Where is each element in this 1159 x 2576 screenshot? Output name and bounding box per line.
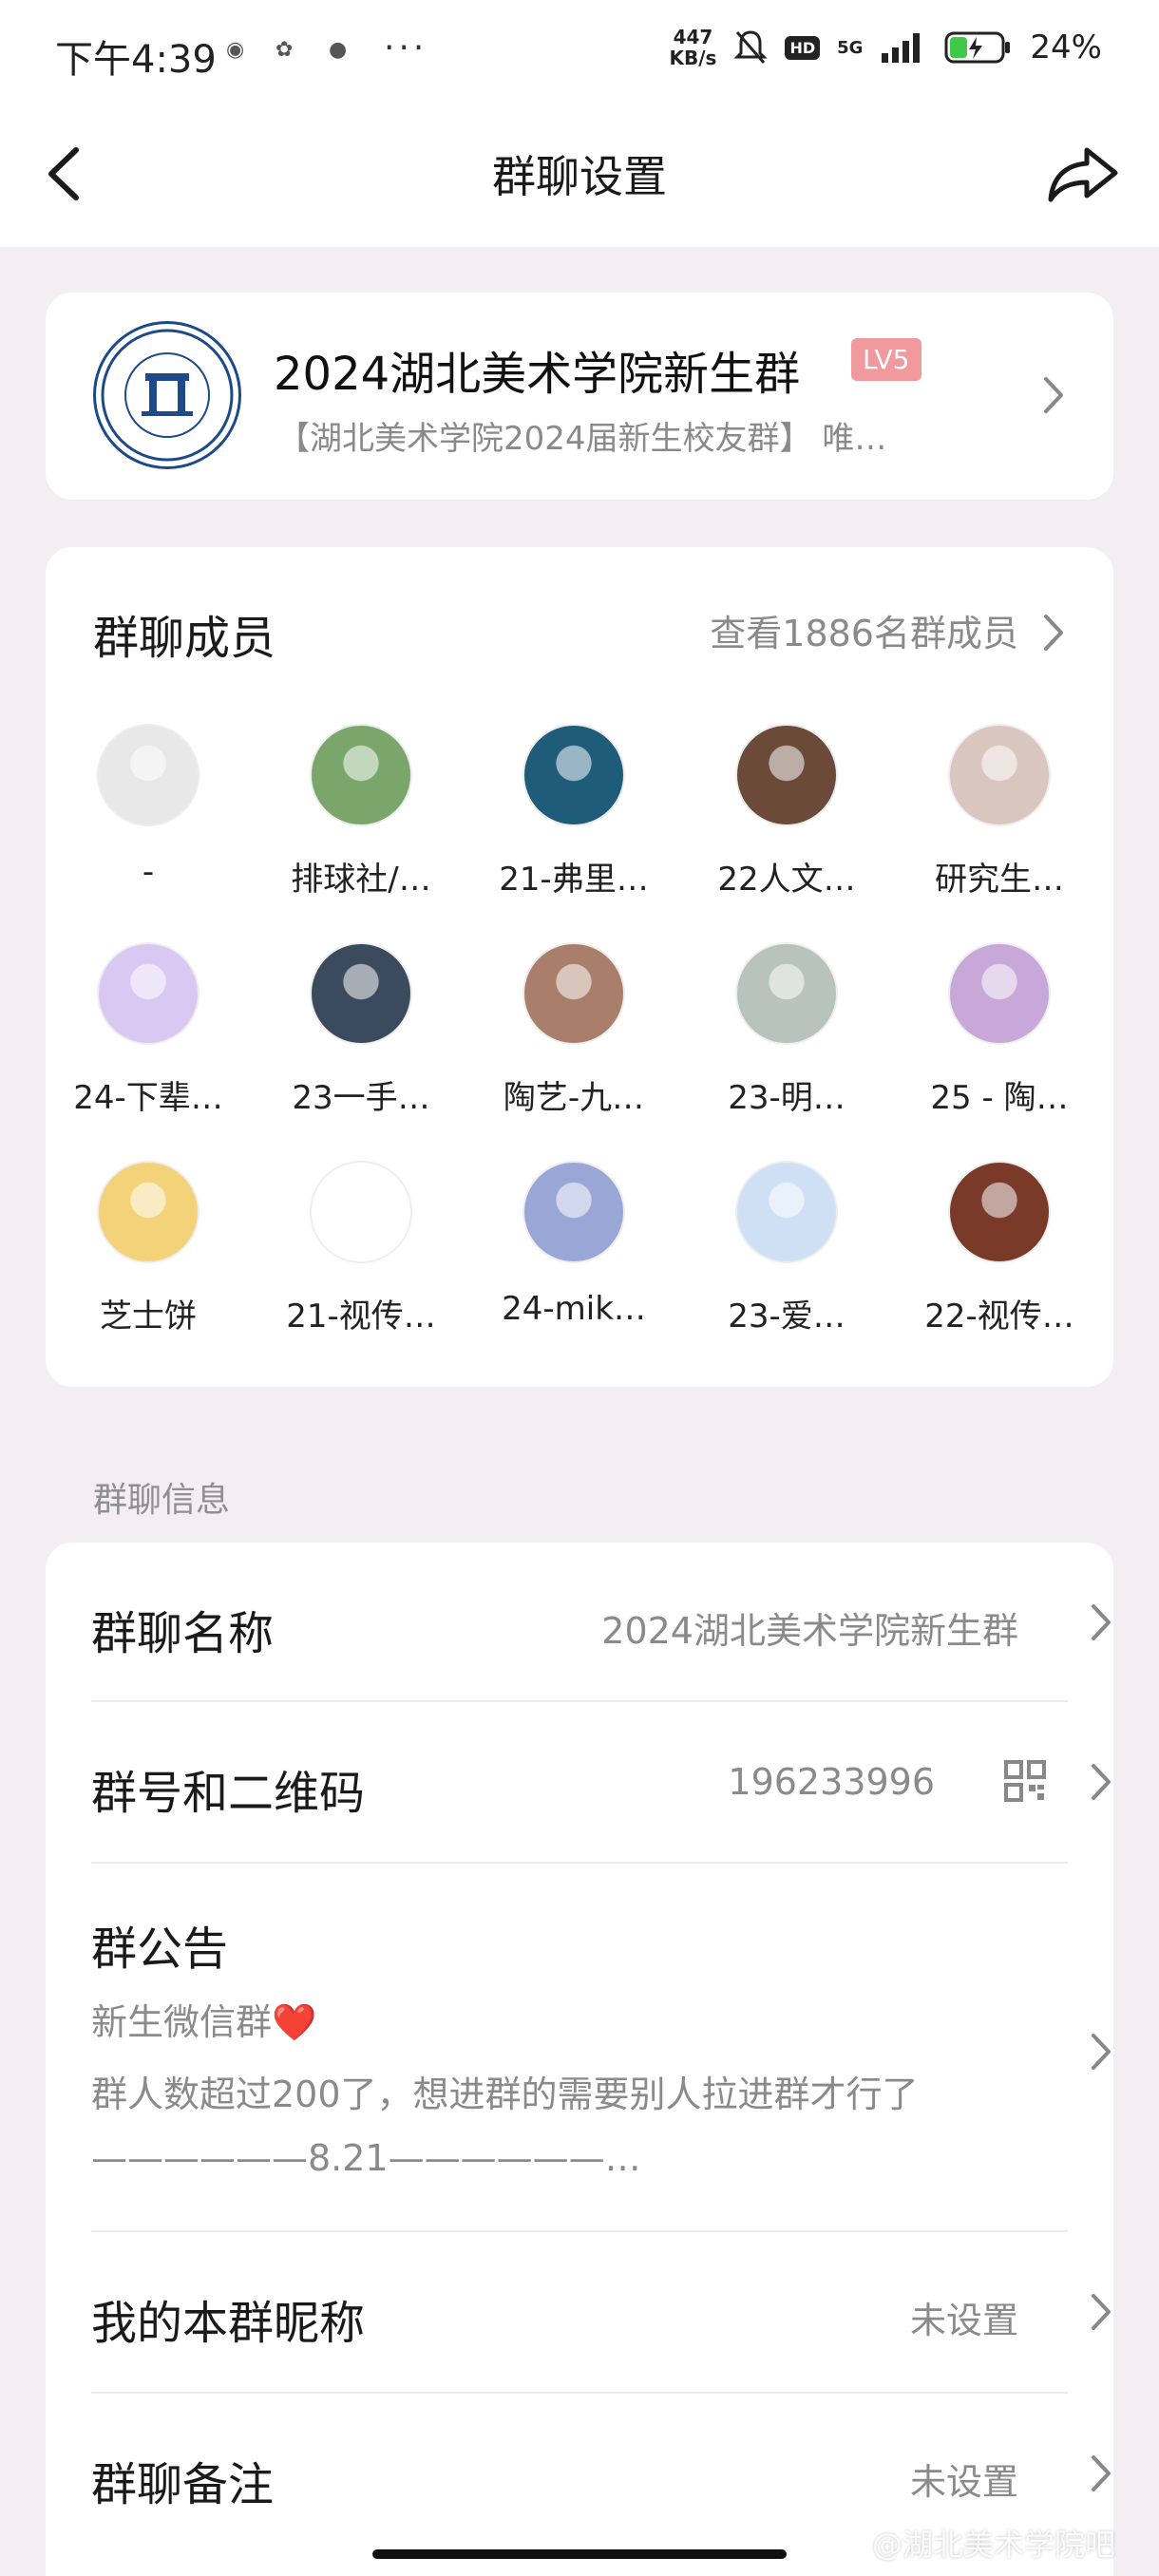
group-description: 【湖北美术学院2024届新生校友群】 唯… xyxy=(277,420,887,458)
member-name: - xyxy=(142,853,155,891)
group-name: 2024湖北美术学院新生群 xyxy=(274,348,801,401)
group-id-row[interactable]: 群号和二维码 196233996 xyxy=(91,1702,1111,1864)
battery-percentage: 24% xyxy=(1030,28,1102,66)
member-item[interactable]: 24-下辈… xyxy=(44,942,253,1118)
app-notification-icon: ● xyxy=(329,38,348,62)
group-avatar xyxy=(93,321,241,469)
member-name: 24-下辈… xyxy=(73,1079,223,1117)
notice-text-line: 新生微信群❤️ xyxy=(91,2001,317,2043)
more-notifications-icon: ··· xyxy=(384,28,428,67)
member-item[interactable]: 23-明… xyxy=(682,942,891,1118)
status-time: 下午4:39 xyxy=(55,38,217,82)
member-avatar xyxy=(522,1161,625,1263)
chevron-right-icon xyxy=(1092,1764,1111,1800)
home-indicator[interactable] xyxy=(372,2549,787,2559)
member-avatar xyxy=(310,942,412,1045)
chevron-right-icon xyxy=(1092,2455,1111,2491)
member-item[interactable]: 24-mik… xyxy=(469,1161,678,1328)
member-name: 24-mik… xyxy=(502,1290,646,1328)
notice-text-line: 群人数超过200了，想进群的需要别人拉进群才行了 xyxy=(91,2074,919,2115)
chevron-right-icon xyxy=(1092,2034,1111,2070)
hd-icon: HD xyxy=(785,35,821,60)
group-remark-label: 群聊备注 xyxy=(91,2458,275,2511)
qr-code-icon[interactable] xyxy=(1003,1759,1047,1803)
member-avatar xyxy=(97,942,200,1045)
share-icon[interactable] xyxy=(1045,141,1121,207)
member-item[interactable]: 25 - 陶… xyxy=(895,942,1104,1118)
member-name: 排球社/… xyxy=(291,861,431,899)
nav-bar: 群聊设置 xyxy=(0,104,1159,247)
member-avatar xyxy=(310,724,412,826)
member-avatar xyxy=(735,942,838,1045)
status-indicators: 447 KB/s HD 5G 24% xyxy=(669,27,1102,68)
member-item[interactable]: 23一手… xyxy=(256,942,466,1118)
mute-bell-icon xyxy=(733,30,769,64)
my-nickname-value: 未设置 xyxy=(909,2300,1018,2341)
member-item[interactable]: - xyxy=(44,724,253,891)
group-name-label: 群聊名称 xyxy=(91,1607,275,1660)
member-avatar xyxy=(97,724,200,826)
group-notice-label: 群公告 xyxy=(91,1923,229,1976)
member-name: 21-视传… xyxy=(286,1297,436,1335)
group-name-row[interactable]: 群聊名称 2024湖北美术学院新生群 xyxy=(91,1543,1111,1702)
my-nickname-row[interactable]: 我的本群昵称 未设置 xyxy=(91,2232,1111,2394)
member-name: 芝士饼 xyxy=(100,1297,197,1335)
my-nickname-label: 我的本群昵称 xyxy=(91,2297,366,2350)
group-info-card: 群聊名称 2024湖北美术学院新生群 群号和二维码 196233996 群公告 … xyxy=(46,1543,1113,2576)
app-notification-icon: ✿ xyxy=(276,38,294,62)
member-avatar xyxy=(310,1161,412,1263)
group-name-value: 2024湖北美术学院新生群 xyxy=(601,1610,1018,1652)
member-item[interactable]: 21-弗里… xyxy=(469,724,678,900)
member-item[interactable]: 23-爱… xyxy=(682,1161,891,1336)
chevron-right-icon[interactable] xyxy=(1041,612,1066,653)
chevron-right-icon xyxy=(1092,1604,1111,1640)
group-level-badge: LV5 xyxy=(851,338,922,381)
notice-text-line: ——————8.21——————… xyxy=(91,2137,641,2179)
member-item[interactable]: 陶艺-九… xyxy=(469,942,678,1118)
member-item[interactable]: 研究生… xyxy=(895,724,1104,900)
chevron-right-icon xyxy=(1092,2294,1111,2330)
group-id-label: 群号和二维码 xyxy=(91,1767,366,1820)
member-item[interactable]: 22-视传… xyxy=(895,1161,1104,1336)
member-name: 22-视传… xyxy=(924,1297,1074,1335)
chevron-right-icon xyxy=(1044,377,1063,413)
member-avatar xyxy=(735,1161,838,1263)
member-avatar xyxy=(735,724,838,826)
member-item[interactable]: 22人文… xyxy=(682,724,891,900)
section-label: 群聊信息 xyxy=(93,1481,231,1520)
status-bar: 下午4:39 ◉ ✿ ● ··· 447 KB/s HD 5G 24% xyxy=(0,0,1159,104)
battery-icon xyxy=(944,31,1011,64)
group-remark-value: 未设置 xyxy=(909,2461,1018,2503)
member-avatar xyxy=(948,942,1051,1045)
member-avatar xyxy=(948,1161,1051,1263)
member-name: 23一手… xyxy=(292,1079,430,1117)
members-card: 群聊成员 查看1886名群成员 - 排球社/… 21-弗里… 22人文… 研究生… 24-… xyxy=(46,547,1113,1387)
member-item[interactable]: 21-视传… xyxy=(256,1161,466,1336)
member-name: 21-弗里… xyxy=(499,861,649,899)
member-avatar xyxy=(522,942,625,1045)
group-id-value: 196233996 xyxy=(728,1761,935,1803)
member-name: 陶艺-九… xyxy=(503,1079,645,1117)
page-title: 群聊设置 xyxy=(492,151,667,202)
watermark: @湖北美术学院吧 xyxy=(871,2527,1115,2563)
member-item[interactable]: 排球社/… xyxy=(256,724,466,900)
member-avatar xyxy=(97,1161,200,1263)
app-notification-icon: ◉ xyxy=(226,38,245,62)
school-seal-icon xyxy=(101,329,234,462)
member-name: 25 - 陶… xyxy=(930,1079,1069,1117)
signal-bars-icon xyxy=(882,33,921,63)
member-name: 23-爱… xyxy=(728,1297,846,1335)
member-name: 研究生… xyxy=(935,861,1064,899)
network-speed: 447 KB/s xyxy=(669,26,717,69)
group-profile-card[interactable]: 2024湖北美术学院新生群 LV5 【湖北美术学院2024届新生校友群】 唯… xyxy=(46,293,1113,500)
member-item[interactable]: 芝士饼 xyxy=(44,1161,253,1336)
member-avatar xyxy=(522,724,625,826)
view-all-members-link[interactable]: 查看1886名群成员 xyxy=(710,604,1018,656)
member-name: 22人文… xyxy=(717,861,856,899)
members-section-title: 群聊成员 xyxy=(93,612,276,665)
member-avatar xyxy=(948,724,1051,826)
member-name: 23-明… xyxy=(728,1079,846,1117)
network-type: 5G xyxy=(837,37,864,58)
group-notice-row[interactable]: 群公告 新生微信群❤️ 群人数超过200了，想进群的需要别人拉进群才行了 ———… xyxy=(91,1864,1111,2232)
